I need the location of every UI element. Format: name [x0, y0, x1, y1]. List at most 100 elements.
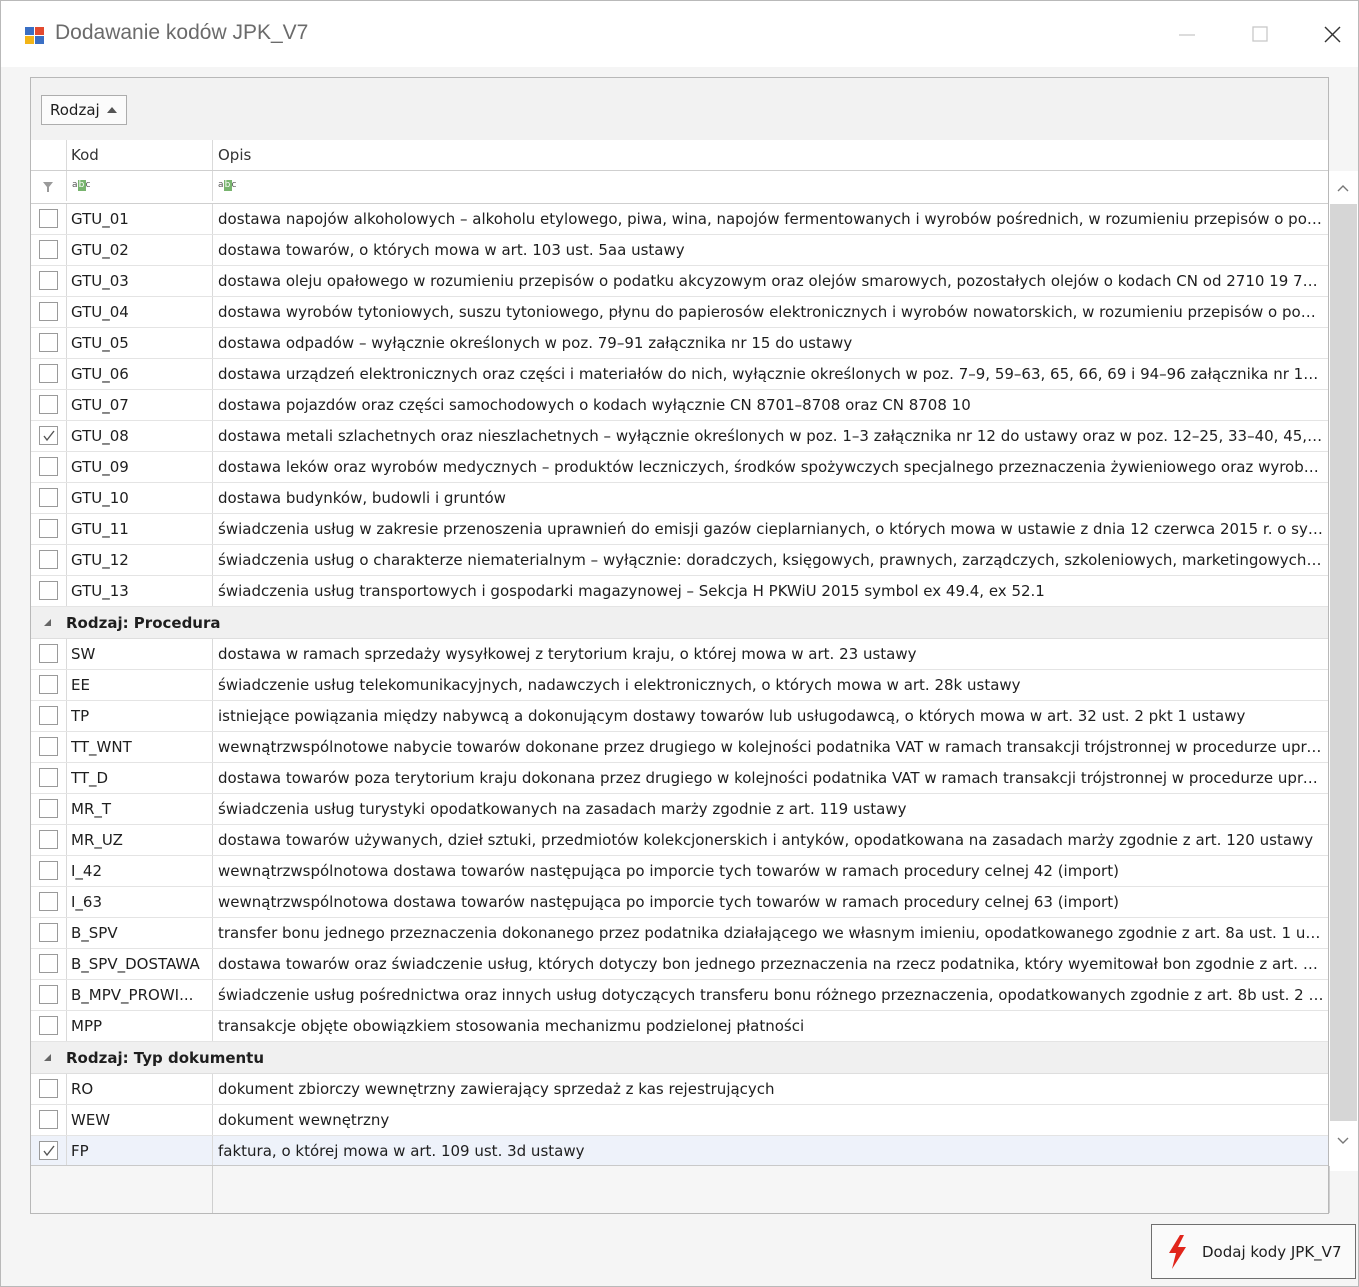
collapse-triangle-icon[interactable]: [43, 1053, 53, 1063]
vertical-scrollbar[interactable]: [1329, 171, 1358, 1171]
close-button[interactable]: [1309, 15, 1355, 55]
table-row[interactable]: WEW dokument wewnętrzny: [31, 1105, 1328, 1136]
filter-icon[interactable]: [42, 180, 54, 194]
row-checkbox[interactable]: [39, 395, 58, 414]
opis-cell: świadczenia usług o charakterze niemater…: [218, 551, 1324, 569]
row-checkbox[interactable]: [39, 706, 58, 725]
row-checkbox[interactable]: [39, 799, 58, 818]
table-row[interactable]: EE świadczenie usług telekomunikacyjnych,…: [31, 670, 1328, 701]
opis-cell: faktura, o której mowa w art. 109 ust. 3…: [218, 1142, 585, 1160]
row-checkbox[interactable]: [39, 644, 58, 663]
table-row[interactable]: GTU_06 dostawa urządzeń elektronicznych o…: [31, 359, 1328, 390]
row-checkbox[interactable]: [39, 209, 58, 228]
table-row[interactable]: TP istniejące powiązania między nabywcą a…: [31, 701, 1328, 732]
collapse-triangle-icon[interactable]: [43, 618, 53, 628]
row-checkbox[interactable]: [39, 954, 58, 973]
row-checkbox[interactable]: [39, 861, 58, 880]
opis-cell: dostawa w ramach sprzedaży wysyłkowej z …: [218, 645, 917, 663]
table-row[interactable]: SW dostawa w ramach sprzedaży wysyłkowej …: [31, 639, 1328, 670]
table-row[interactable]: MR_UZ dostawa towarów używanych, dzieł sz…: [31, 825, 1328, 856]
opis-cell: istniejące powiązania między nabywcą a d…: [218, 707, 1246, 725]
kod-cell: EE: [71, 676, 90, 694]
row-checkbox[interactable]: [39, 488, 58, 507]
add-jpk-codes-label: Dodaj kody JPK_V7: [1202, 1242, 1342, 1261]
table-row[interactable]: GTU_13 świadczenia usług transportowych i…: [31, 576, 1328, 607]
table-row[interactable]: I_42 wewnątrzwspólnotowa dostawa towarów …: [31, 856, 1328, 887]
row-checkbox[interactable]: [39, 1016, 58, 1035]
row-checkbox[interactable]: [39, 333, 58, 352]
row-checkbox[interactable]: [39, 923, 58, 942]
row-checkbox[interactable]: [39, 426, 58, 445]
row-checkbox[interactable]: [39, 581, 58, 600]
row-checkbox[interactable]: [39, 364, 58, 383]
group-header[interactable]: Rodzaj: Typ dokumentu: [31, 1042, 1328, 1074]
row-checkbox[interactable]: [39, 675, 58, 694]
table-row[interactable]: GTU_10 dostawa budynków, budowli i gruntó…: [31, 483, 1328, 514]
table-row[interactable]: B_MPV_PROWI... świadczenie usług pośredni…: [31, 980, 1328, 1011]
app-icon: [25, 27, 44, 44]
table-row[interactable]: GTU_02 dostawa towarów, o których mowa w …: [31, 235, 1328, 266]
table-row[interactable]: GTU_09 dostawa leków oraz wyrobów medyczn…: [31, 452, 1328, 483]
kod-cell: B_SPV: [71, 924, 118, 942]
opis-cell: wewnątrzwspólnotowe nabycie towarów doko…: [218, 738, 1324, 756]
row-checkbox[interactable]: [39, 830, 58, 849]
row-checkbox[interactable]: [39, 302, 58, 321]
kod-cell: FP: [71, 1142, 89, 1160]
table-row[interactable]: I_63 wewnątrzwspólnotowa dostawa towarów …: [31, 887, 1328, 918]
table-row[interactable]: GTU_05 dostawa odpadów – wyłącznie określ…: [31, 328, 1328, 359]
scroll-up-icon[interactable]: [1336, 183, 1350, 193]
row-checkbox[interactable]: [39, 271, 58, 290]
opis-cell: dostawa towarów używanych, dzieł sztuki,…: [218, 831, 1314, 849]
table-row[interactable]: GTU_04 dostawa wyrobów tytoniowych, suszu…: [31, 297, 1328, 328]
row-checkbox[interactable]: [39, 1079, 58, 1098]
table-row[interactable]: TT_WNT wewnątrzwspólnotowe nabycie towaró…: [31, 732, 1328, 763]
kod-cell: MPP: [71, 1017, 103, 1035]
row-checkbox[interactable]: [39, 550, 58, 569]
table-row[interactable]: GTU_11 świadczenia usług w zakresie przen…: [31, 514, 1328, 545]
opis-filter-mode-icon[interactable]: abc: [218, 180, 236, 191]
opis-cell: dostawa budynków, budowli i gruntów: [218, 489, 506, 507]
row-checkbox[interactable]: [39, 892, 58, 911]
table-row[interactable]: GTU_03 dostawa oleju opałowego w rozumien…: [31, 266, 1328, 297]
row-checkbox[interactable]: [39, 457, 58, 476]
kod-filter-mode-icon[interactable]: abc: [72, 180, 90, 191]
add-jpk-codes-button[interactable]: Dodaj kody JPK_V7: [1151, 1224, 1356, 1279]
table-row[interactable]: MR_T świadczenia usług turystyki opodatko…: [31, 794, 1328, 825]
opis-cell: świadczenia usług w zakresie przenoszeni…: [218, 520, 1324, 538]
row-checkbox[interactable]: [39, 737, 58, 756]
table-row[interactable]: TT_D dostawa towarów poza terytorium kraj…: [31, 763, 1328, 794]
scrollbar-thumb[interactable]: [1330, 204, 1357, 1121]
row-checkbox[interactable]: [39, 519, 58, 538]
scroll-down-icon[interactable]: [1336, 1136, 1350, 1146]
row-checkbox[interactable]: [39, 768, 58, 787]
kod-cell: MR_T: [71, 800, 112, 818]
row-checkbox[interactable]: [39, 240, 58, 259]
table-row[interactable]: GTU_07 dostawa pojazdów oraz części samoc…: [31, 390, 1328, 421]
row-checkbox[interactable]: [39, 1110, 58, 1129]
table-row[interactable]: MPP transakcje objęte obowiązkiem stosowa…: [31, 1011, 1328, 1042]
row-checkbox[interactable]: [39, 1141, 58, 1160]
kod-cell: TP: [71, 707, 90, 725]
opis-cell: wewnątrzwspólnotowa dostawa towarów nast…: [218, 893, 1119, 911]
column-header-opis[interactable]: Opis: [218, 140, 1324, 170]
table-row[interactable]: FP faktura, o której mowa w art. 109 ust.…: [31, 1136, 1328, 1167]
checkmark-icon: [43, 1145, 55, 1157]
table-row[interactable]: GTU_01 dostawa napojów alkoholowych – alk…: [31, 204, 1328, 235]
table-row[interactable]: GTU_12 świadczenia usług o charakterze ni…: [31, 545, 1328, 576]
opis-cell: dostawa towarów poza terytorium kraju do…: [218, 769, 1324, 787]
minimize-button[interactable]: [1164, 15, 1210, 55]
table-row[interactable]: RO dokument zbiorczy wewnętrzny zawierają…: [31, 1074, 1328, 1105]
table-row[interactable]: GTU_08 dostawa metali szlachetnych oraz n…: [31, 421, 1328, 452]
group-header[interactable]: Rodzaj: Procedura: [31, 607, 1328, 639]
opis-cell: świadczenie usług pośrednictwa oraz inny…: [218, 986, 1324, 1004]
close-icon: [1324, 26, 1341, 43]
auto-filter-row: abc abc: [31, 171, 1328, 204]
row-checkbox[interactable]: [39, 985, 58, 1004]
kod-cell: GTU_02: [71, 241, 129, 259]
maximize-button[interactable]: [1237, 15, 1283, 55]
table-row[interactable]: B_SPV_DOSTAWA dostawa towarów oraz świadc…: [31, 949, 1328, 980]
table-row[interactable]: B_SPV transfer bonu jednego przeznaczenia…: [31, 918, 1328, 949]
group-by-chip[interactable]: Rodzaj: [41, 95, 127, 125]
group-label: Rodzaj: Procedura: [66, 614, 221, 632]
column-header-kod[interactable]: Kod: [71, 140, 207, 170]
